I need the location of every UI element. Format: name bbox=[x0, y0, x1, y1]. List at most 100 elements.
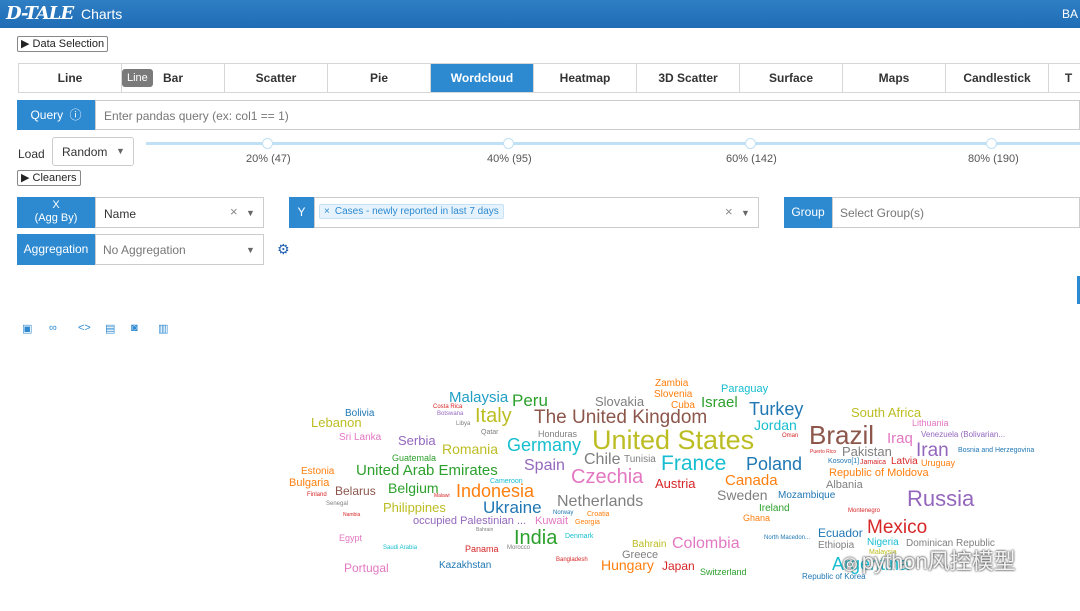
wordcloud-word: Colombia bbox=[672, 535, 740, 552]
load-select[interactable]: Random ▼ bbox=[52, 137, 134, 166]
y-axis-tag: × Cases - newly reported in last 7 days bbox=[319, 204, 504, 219]
wordcloud-word: Hungary bbox=[601, 557, 654, 573]
chevron-down-icon[interactable]: ▼ bbox=[246, 208, 255, 218]
gear-icon[interactable]: ⚙ bbox=[277, 241, 290, 258]
tab-heatmap[interactable]: Heatmap bbox=[534, 64, 637, 92]
code-icon[interactable]: <> bbox=[78, 322, 91, 334]
wordcloud-word: Mozambique bbox=[778, 490, 836, 501]
wordcloud-word: Zambia bbox=[655, 378, 689, 389]
slider-dot[interactable] bbox=[503, 138, 514, 149]
x-axis-value: Name bbox=[104, 207, 137, 221]
wordcloud-word: South Africa bbox=[851, 405, 922, 420]
wordcloud-word: Finland bbox=[307, 492, 327, 498]
wordcloud-word: North Macedon... bbox=[764, 535, 811, 541]
slider-tick-label: 40% (95) bbox=[487, 153, 532, 165]
wordcloud-word: Republic of Moldova bbox=[829, 467, 929, 479]
remove-tag-icon[interactable]: × bbox=[324, 206, 330, 217]
chevron-down-icon[interactable]: ▼ bbox=[741, 208, 750, 218]
wordcloud-word: Ukraine bbox=[483, 498, 542, 517]
wordcloud-word: Lithuania bbox=[912, 418, 949, 428]
export-icon[interactable]: ▤ bbox=[105, 322, 115, 335]
wordcloud-word: Pakistan bbox=[842, 444, 892, 459]
wordcloud-word: Morocco bbox=[507, 545, 531, 551]
wordcloud-word: Italy bbox=[475, 405, 512, 427]
popup-icon[interactable]: ▣ bbox=[22, 322, 32, 335]
tab-3d-scatter[interactable]: 3D Scatter bbox=[637, 64, 740, 92]
wordcloud-word: Japan bbox=[662, 559, 695, 573]
wordcloud-word: Croatia bbox=[587, 511, 610, 518]
aggregation-select[interactable]: No Aggregation ▼ bbox=[95, 234, 264, 265]
chevron-down-icon: ▼ bbox=[116, 146, 125, 156]
wordcloud-word: Poland bbox=[746, 454, 803, 474]
wordcloud-word: Ghana bbox=[743, 513, 771, 523]
wordcloud-word: Puerto Rico bbox=[810, 449, 837, 455]
wordcloud-word: United States bbox=[592, 425, 755, 455]
wordcloud-word: Portugal bbox=[344, 561, 389, 575]
slider-tick-label: 80% (190) bbox=[968, 153, 1019, 165]
slider-dot[interactable] bbox=[745, 138, 756, 149]
wordcloud-word: France bbox=[661, 452, 727, 475]
slider-dot[interactable] bbox=[262, 138, 273, 149]
camera-icon[interactable]: ◙ bbox=[131, 322, 138, 334]
tab-scatter[interactable]: Scatter bbox=[225, 64, 328, 92]
tab-maps[interactable]: Maps bbox=[843, 64, 946, 92]
clear-icon[interactable]: × bbox=[725, 204, 733, 219]
wordcloud-word: Kazakhstan bbox=[439, 560, 492, 571]
y-axis-select[interactable]: × Cases - newly reported in last 7 days ×… bbox=[314, 197, 759, 228]
tab-wordcloud[interactable]: Wordcloud bbox=[431, 64, 534, 92]
wordcloud-word: Mexico bbox=[867, 517, 928, 538]
wordcloud-word: Spain bbox=[524, 457, 565, 474]
wordcloud-word: Kuwait bbox=[535, 515, 569, 527]
tab-t[interactable]: T bbox=[1049, 64, 1080, 92]
wordcloud-word: Egypt bbox=[339, 533, 363, 543]
group-label: Group bbox=[784, 197, 832, 228]
wordcloud-word: Sweden bbox=[717, 487, 768, 503]
wordcloud-word: Libya bbox=[456, 421, 471, 427]
data-selection-toggle[interactable]: ▶ Data Selection bbox=[17, 36, 109, 52]
wordcloud-word: Ecuador bbox=[818, 526, 863, 540]
wordcloud-word: Nambia bbox=[343, 512, 361, 518]
wordcloud-word: Germany bbox=[507, 435, 582, 455]
link-icon[interactable]: ∞ bbox=[49, 322, 57, 334]
wordcloud-word: Jordan bbox=[754, 417, 797, 433]
wordcloud-word: Serbia bbox=[398, 433, 436, 448]
slider-dot[interactable] bbox=[986, 138, 997, 149]
tab-candlestick[interactable]: Candlestick bbox=[946, 64, 1049, 92]
clear-icon[interactable]: × bbox=[230, 204, 238, 219]
wordcloud-word: Malaysia bbox=[449, 389, 509, 406]
wordcloud-word: Austria bbox=[655, 476, 696, 491]
wordcloud-word: Jamaica bbox=[860, 459, 887, 466]
wordcloud-word: Slovenia bbox=[654, 389, 693, 400]
load-slider-track[interactable] bbox=[146, 142, 1080, 145]
x-axis-select[interactable]: Name × ▼ bbox=[95, 197, 264, 228]
tab-line[interactable]: Line bbox=[19, 64, 122, 92]
wordcloud-word: Russia bbox=[907, 486, 975, 511]
wordcloud-word: Belarus bbox=[335, 484, 376, 498]
wordcloud-word: Switzerland bbox=[700, 567, 747, 577]
wordcloud-word: Saudi Arabia bbox=[383, 545, 418, 551]
cleaners-toggle[interactable]: ▶ Cleaners bbox=[17, 170, 81, 186]
file-icon[interactable]: ▥ bbox=[158, 322, 168, 335]
wordcloud-word: Georgia bbox=[575, 519, 600, 526]
wordcloud-word: United Arab Emirates bbox=[356, 462, 498, 479]
info-icon[interactable]: ⓘ bbox=[70, 108, 82, 122]
wordcloud-word: Czechia bbox=[571, 466, 644, 488]
chart-type-tabs: Line Bar Scatter Pie Wordcloud Heatmap 3D Scat… bbox=[18, 63, 1080, 93]
wordcloud-word: Montenegro bbox=[848, 508, 881, 514]
wordcloud-word: Bulgaria bbox=[289, 477, 330, 489]
wordcloud-word: Belgium bbox=[388, 480, 439, 496]
query-label: Query ⓘ bbox=[17, 100, 95, 130]
top-right-menu[interactable]: BA bbox=[1062, 7, 1078, 21]
tab-pie[interactable]: Pie bbox=[328, 64, 431, 92]
group-select[interactable]: Select Group(s) bbox=[832, 197, 1080, 228]
tab-surface[interactable]: Surface bbox=[740, 64, 843, 92]
chevron-down-icon[interactable]: ▼ bbox=[246, 245, 255, 255]
query-input[interactable]: Enter pandas query (ex: col1 == 1) bbox=[95, 100, 1080, 130]
dtale-logo: D-TALE bbox=[6, 3, 74, 24]
wordcloud-word: Costa Rica bbox=[433, 404, 463, 410]
wordcloud-word: Canada bbox=[725, 472, 778, 489]
aggregation-label: Aggregation bbox=[17, 234, 95, 265]
load-select-value: Random bbox=[62, 145, 108, 159]
wordcloud-word: Venezuela (Bolivarian... bbox=[921, 430, 1006, 439]
query-placeholder: Enter pandas query (ex: col1 == 1) bbox=[104, 109, 289, 123]
